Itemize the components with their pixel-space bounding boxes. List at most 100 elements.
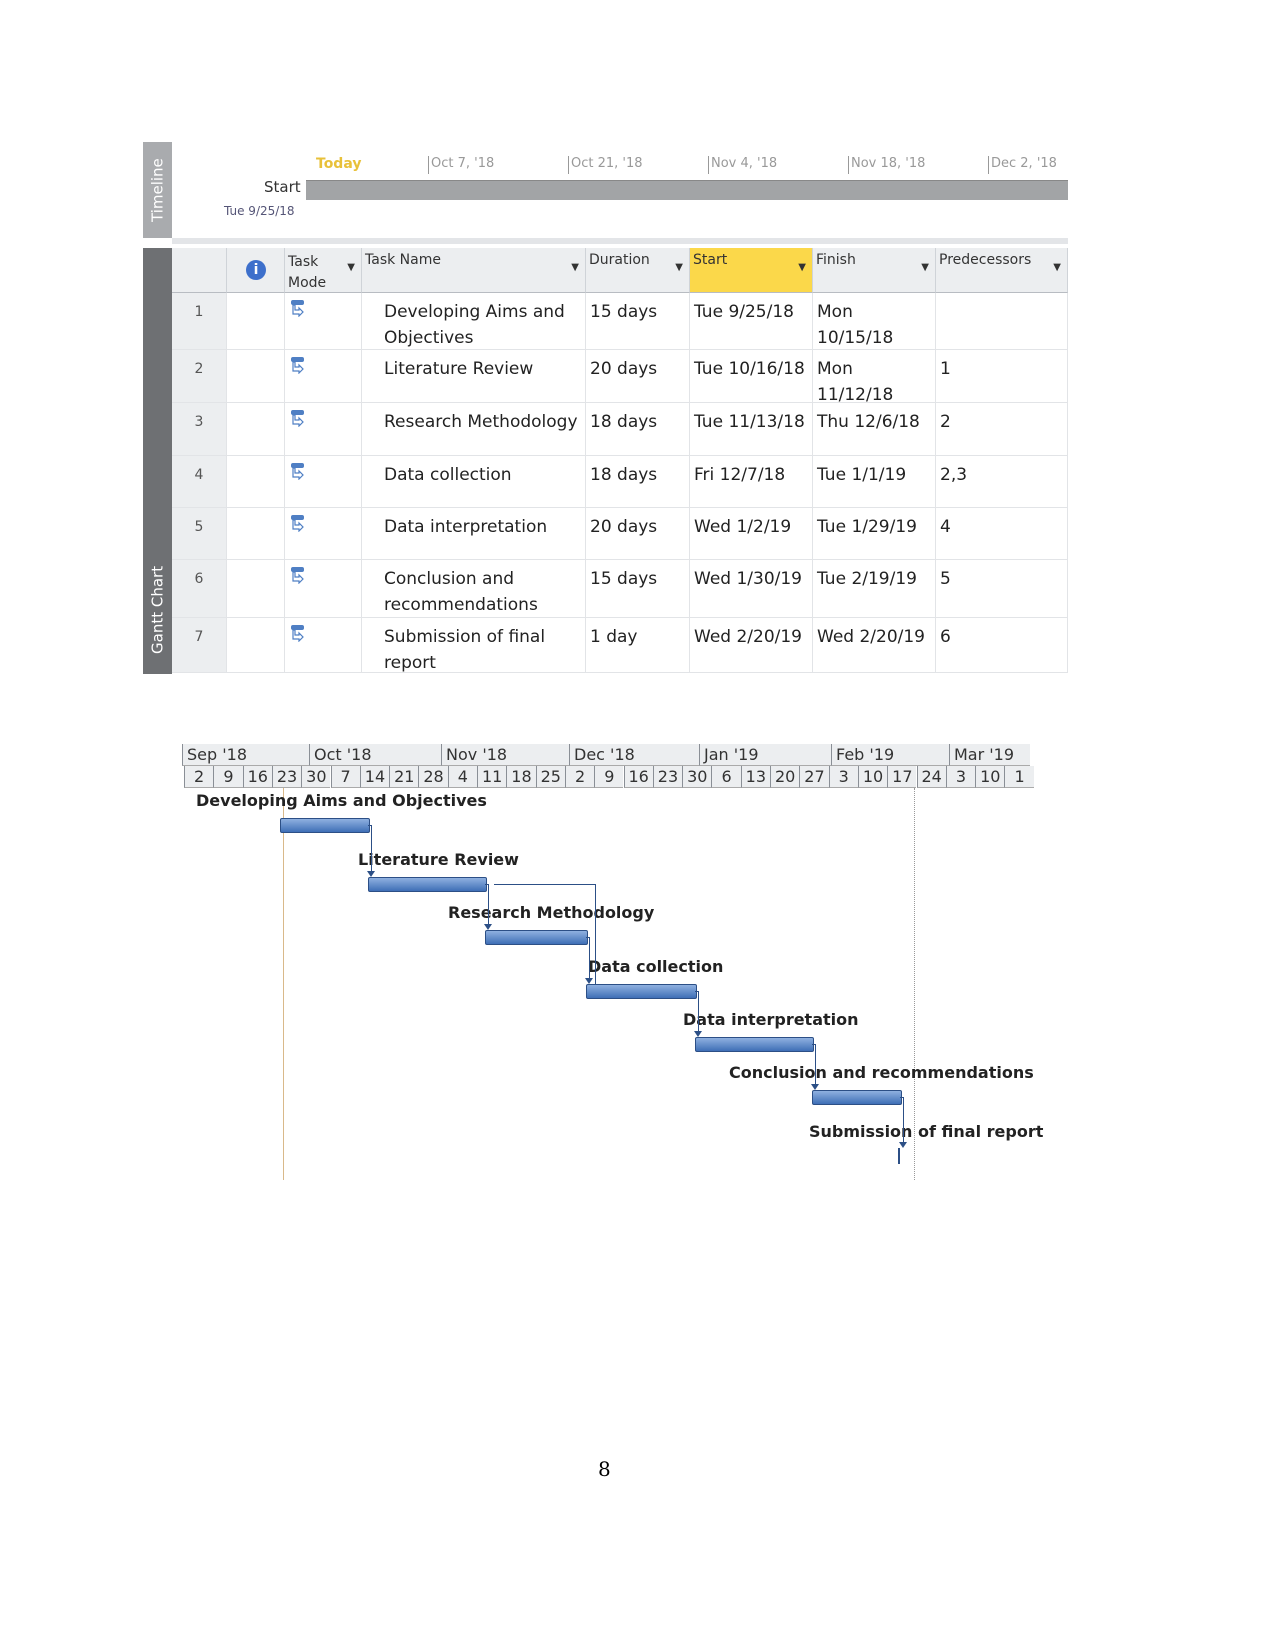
task-start: Tue 11/13/18 [690,403,813,456]
timescale-week: 1 [1004,766,1034,788]
row-id: 4 [172,456,227,508]
timeline-tick: Oct 21, '18 [568,156,643,174]
info-icon: i [246,260,266,280]
table-row[interactable]: 5 Data interpretation 20 days Wed 1/2/19 Tue… [172,508,1068,560]
timescale-month: Dec '18 [569,744,699,766]
header-duration[interactable]: Duration ▼ [586,248,690,293]
task-bar-label: Submission of final report [809,1122,1044,1141]
row-id: 2 [172,350,227,403]
dropdown-arrow-icon[interactable]: ▼ [571,262,579,273]
table-row[interactable]: 2 Literature Review 20 days Tue 10/16/18 Mon… [172,350,1068,405]
timeline-tick: Nov 18, '18 [848,156,925,174]
header-predecessors[interactable]: Predecessors ▼ [936,248,1068,293]
task-bar[interactable] [368,877,488,892]
task-name: Conclusion and recommendations [362,560,586,618]
row-info [227,456,285,508]
task-finish: Thu 12/6/18 [813,403,936,456]
task-name: Research Methodology [362,403,586,456]
dropdown-arrow-icon[interactable]: ▼ [1053,262,1061,273]
header-label: Finish [816,252,856,268]
timeline-tick: Dec 2, '18 [988,156,1057,174]
timescale-week: 30 [682,766,712,788]
timeline-start-label: Start [264,178,301,196]
task-mode-cell [285,508,362,560]
timescale-week: 6 [711,766,741,788]
table-row[interactable]: 6 Conclusion and recommendations 15 days We… [172,560,1068,618]
timescale-month: Sep '18 [182,744,309,766]
task-predecessors: 2,3 [936,456,1068,508]
header-start[interactable]: Start ▼ [690,248,813,293]
table-row[interactable]: 4 Data collection 18 days Fri 12/7/18 Tue 1/… [172,456,1068,508]
timescale-week: 21 [389,766,419,788]
task-bar[interactable] [280,818,371,833]
dependency-arrow-icon [810,1084,819,1090]
task-predecessors: 2 [936,403,1068,456]
auto-scheduled-icon [289,463,307,485]
task-mode-cell [285,403,362,456]
timescale-week: 27 [799,766,829,788]
row-info [227,350,285,403]
timescale-week: 23 [271,766,302,788]
header-task-mode[interactable]: Task Mode ▼ [285,248,362,293]
table-row[interactable]: 1 Developing Aims and Objectives 15 days Tu… [172,293,1068,350]
timescale-week: 30 [301,766,331,788]
task-predecessors [936,293,1068,350]
dependency-arrow-icon [898,1142,907,1148]
timescale-week: 18 [506,766,536,788]
task-bar[interactable] [585,984,697,999]
task-bar[interactable] [694,1037,814,1052]
auto-scheduled-icon [289,357,307,379]
milestone-marker[interactable] [897,1148,900,1164]
task-name: Data interpretation [362,508,586,560]
dependency-link [902,1097,904,1146]
task-name: Literature Review [362,350,586,403]
timeline-bar[interactable] [306,180,1068,200]
auto-scheduled-icon [289,625,307,647]
task-finish: Tue 1/1/19 [813,456,936,508]
dropdown-arrow-icon[interactable]: ▼ [675,262,683,273]
dropdown-arrow-icon[interactable]: ▼ [347,262,355,273]
task-mode-cell [285,618,362,673]
header-finish[interactable]: Finish ▼ [813,248,936,293]
auto-scheduled-icon [289,515,307,537]
divider [172,238,1068,244]
timescale-week: 24 [916,766,946,788]
task-finish: Wed 2/20/19 [813,618,936,673]
task-predecessors: 4 [936,508,1068,560]
row-id: 7 [172,618,227,673]
timescale-week: 3 [945,766,976,788]
table-row[interactable]: 7 Submission of final report 1 day Wed 2/20… [172,618,1068,673]
task-duration: 15 days [586,293,690,350]
dropdown-arrow-icon[interactable]: ▼ [921,262,929,273]
task-bar[interactable] [811,1090,902,1105]
header-label: Duration [589,252,650,268]
header-label: Task Mode [288,254,327,291]
task-mode-cell [285,350,362,403]
task-duration: 18 days [586,456,690,508]
dropdown-arrow-icon[interactable]: ▼ [798,262,806,273]
task-predecessors: 1 [936,350,1068,403]
gantt-panel-text: Gantt Chart [148,565,167,654]
dependency-link [697,991,699,1035]
table-row[interactable]: 3 Research Methodology 18 days Tue 11/13/18… [172,403,1068,456]
task-bar-label: Data collection [588,957,724,976]
today-line [283,788,284,1180]
task-predecessors: 5 [936,560,1068,618]
dependency-link [494,884,596,985]
timescale-week: 11 [477,766,507,788]
timescale-week: 28 [418,766,448,788]
task-finish: Mon 10/15/18 [813,293,936,350]
timeline-tick: Nov 4, '18 [708,156,777,174]
row-info [227,293,285,350]
row-id: 5 [172,508,227,560]
timescale-week: 3 [828,766,858,788]
task-name: Submission of final report [362,618,586,673]
header-task-name[interactable]: Task Name ▼ [362,248,586,293]
timescale-week: 25 [535,766,565,788]
timescale-week: 16 [623,766,653,788]
dependency-arrow-icon [367,871,376,877]
header-info[interactable]: i [227,248,285,293]
auto-scheduled-icon [289,300,307,322]
timeline-tick: Oct 7, '18 [428,156,494,174]
timescale-week: 4 [447,766,477,788]
